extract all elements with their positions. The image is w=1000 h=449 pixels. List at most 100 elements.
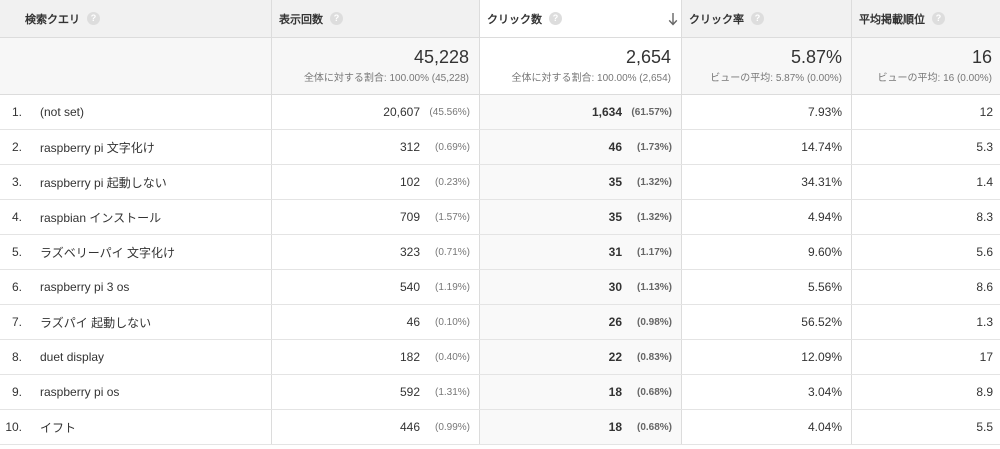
position-cell: 12	[851, 95, 1000, 129]
impressions-percent: (0.40%)	[434, 351, 470, 363]
ctr-value: 7.93%	[807, 105, 842, 119]
ctr-cell: 34.31%	[681, 165, 851, 199]
row-number: 4.	[11, 210, 22, 224]
position-cell: 5.6	[851, 235, 1000, 269]
position-cell: 5.3	[851, 130, 1000, 164]
query-link[interactable]: raspberry pi 3 os	[40, 280, 129, 294]
help-icon[interactable]: ?	[751, 12, 764, 25]
column-label-position: 平均掲載順位	[859, 13, 925, 26]
clicks-percent: (0.98%)	[636, 316, 672, 328]
clicks-percent: (1.17%)	[636, 246, 672, 258]
column-header-clicks[interactable]: クリック数 ?	[479, 0, 681, 37]
impressions-percent: (1.19%)	[434, 281, 470, 293]
impressions-value: 20,607	[383, 105, 420, 119]
position-cell: 8.3	[851, 200, 1000, 234]
table-row: 3. raspberry pi 起動しない 102 (0.23%) 35 (1.32%…	[0, 165, 1000, 200]
position-value: 5.6	[976, 245, 993, 259]
impressions-value: 182	[399, 350, 420, 364]
impressions-percent: (0.10%)	[434, 316, 470, 328]
query-cell: 5. ラズベリーパイ 文字化け	[0, 235, 271, 269]
row-number: 9.	[11, 385, 22, 399]
clicks-value: 22	[608, 350, 622, 364]
ctr-value: 4.04%	[807, 420, 842, 434]
clicks-value: 46	[608, 140, 622, 154]
ctr-cell: 4.04%	[681, 410, 851, 444]
impressions-percent: (0.69%)	[434, 141, 470, 153]
impressions-value: 312	[399, 140, 420, 154]
query-link[interactable]: raspberry pi 文字化け	[40, 139, 155, 156]
position-cell: 1.3	[851, 305, 1000, 339]
clicks-cell: 30 (1.13%)	[479, 270, 681, 304]
row-number: 8.	[11, 350, 22, 364]
row-number: 6.	[11, 280, 22, 294]
clicks-percent: (1.13%)	[636, 281, 672, 293]
totals-clicks-value: 2,654	[625, 47, 671, 67]
query-cell: 9. raspberry pi os	[0, 375, 271, 409]
help-icon[interactable]: ?	[87, 12, 100, 25]
query-link[interactable]: イフト	[40, 419, 76, 436]
column-label-clicks: クリック数	[487, 13, 542, 26]
row-number: 10.	[5, 420, 22, 434]
impressions-percent: (0.71%)	[434, 246, 470, 258]
clicks-cell: 26 (0.98%)	[479, 305, 681, 339]
impressions-value: 709	[399, 210, 420, 224]
clicks-percent: (0.83%)	[636, 351, 672, 363]
clicks-value: 31	[608, 245, 622, 259]
impressions-percent: (0.23%)	[434, 176, 470, 188]
column-header-impressions[interactable]: 表示回数 ?	[271, 0, 479, 37]
table-row: 9. raspberry pi os 592 (1.31%) 18 (0.68%) 3…	[0, 375, 1000, 410]
ctr-value: 56.52%	[801, 315, 842, 329]
ctr-value: 14.74%	[801, 140, 842, 154]
impressions-cell: 46 (0.10%)	[271, 305, 479, 339]
totals-ctr-value: 5.87%	[790, 47, 842, 67]
clicks-value: 18	[608, 420, 622, 434]
clicks-cell: 18 (0.68%)	[479, 410, 681, 444]
impressions-cell: 323 (0.71%)	[271, 235, 479, 269]
clicks-cell: 22 (0.83%)	[479, 340, 681, 374]
column-header-position[interactable]: 平均掲載順位 ?	[851, 0, 1000, 37]
position-value: 12	[979, 105, 993, 119]
totals-ctr: 5.87% ビューの平均: 5.87% (0.00%)	[681, 38, 851, 94]
query-cell: 6. raspberry pi 3 os	[0, 270, 271, 304]
totals-impressions-share: 全体に対する割合: 100.00% (45,228)	[303, 73, 469, 84]
position-cell: 5.5	[851, 410, 1000, 444]
position-cell: 8.6	[851, 270, 1000, 304]
query-link[interactable]: ラズパイ 起動しない	[40, 314, 151, 331]
query-cell: 10. イフト	[0, 410, 271, 444]
table-row: 10. イフト 446 (0.99%) 18 (0.68%) 4.04% 5.5	[0, 410, 1000, 445]
column-header-ctr[interactable]: クリック率 ?	[681, 0, 851, 37]
query-link[interactable]: (not set)	[40, 105, 84, 119]
help-icon[interactable]: ?	[932, 12, 945, 25]
table-row: 2. raspberry pi 文字化け 312 (0.69%) 46 (1.73%)…	[0, 130, 1000, 165]
totals-row: 45,228 全体に対する割合: 100.00% (45,228) 2,654 …	[0, 38, 1000, 95]
clicks-percent: (1.32%)	[636, 176, 672, 188]
position-value: 1.4	[976, 175, 993, 189]
query-link[interactable]: raspberry pi os	[40, 385, 119, 399]
totals-impressions: 45,228 全体に対する割合: 100.00% (45,228)	[271, 38, 479, 94]
ctr-cell: 56.52%	[681, 305, 851, 339]
position-value: 5.3	[976, 140, 993, 154]
query-link[interactable]: raspberry pi 起動しない	[40, 174, 167, 191]
query-link[interactable]: ラズベリーパイ 文字化け	[40, 244, 175, 261]
impressions-cell: 20,607 (45.56%)	[271, 95, 479, 129]
help-icon[interactable]: ?	[549, 12, 562, 25]
ctr-cell: 14.74%	[681, 130, 851, 164]
clicks-value: 1,634	[591, 105, 622, 119]
query-link[interactable]: raspbian インストール	[40, 209, 161, 226]
position-value: 17	[979, 350, 993, 364]
impressions-percent: (45.56%)	[429, 106, 470, 118]
query-cell: 8. duet display	[0, 340, 271, 374]
impressions-percent: (1.57%)	[434, 211, 470, 223]
clicks-percent: (0.68%)	[636, 421, 672, 433]
row-number: 1.	[11, 105, 22, 119]
table-row: 1. (not set) 20,607 (45.56%) 1,634 (61.57%)…	[0, 95, 1000, 130]
column-header-query[interactable]: 検索クエリ ?	[0, 0, 271, 37]
position-value: 1.3	[976, 315, 993, 329]
query-link[interactable]: duet display	[40, 350, 104, 364]
clicks-cell: 35 (1.32%)	[479, 200, 681, 234]
impressions-cell: 592 (1.31%)	[271, 375, 479, 409]
table-row: 6. raspberry pi 3 os 540 (1.19%) 30 (1.13%)…	[0, 270, 1000, 305]
help-icon[interactable]: ?	[330, 12, 343, 25]
position-value: 8.3	[976, 210, 993, 224]
totals-ctr-average: ビューの平均: 5.87% (0.00%)	[710, 73, 842, 84]
